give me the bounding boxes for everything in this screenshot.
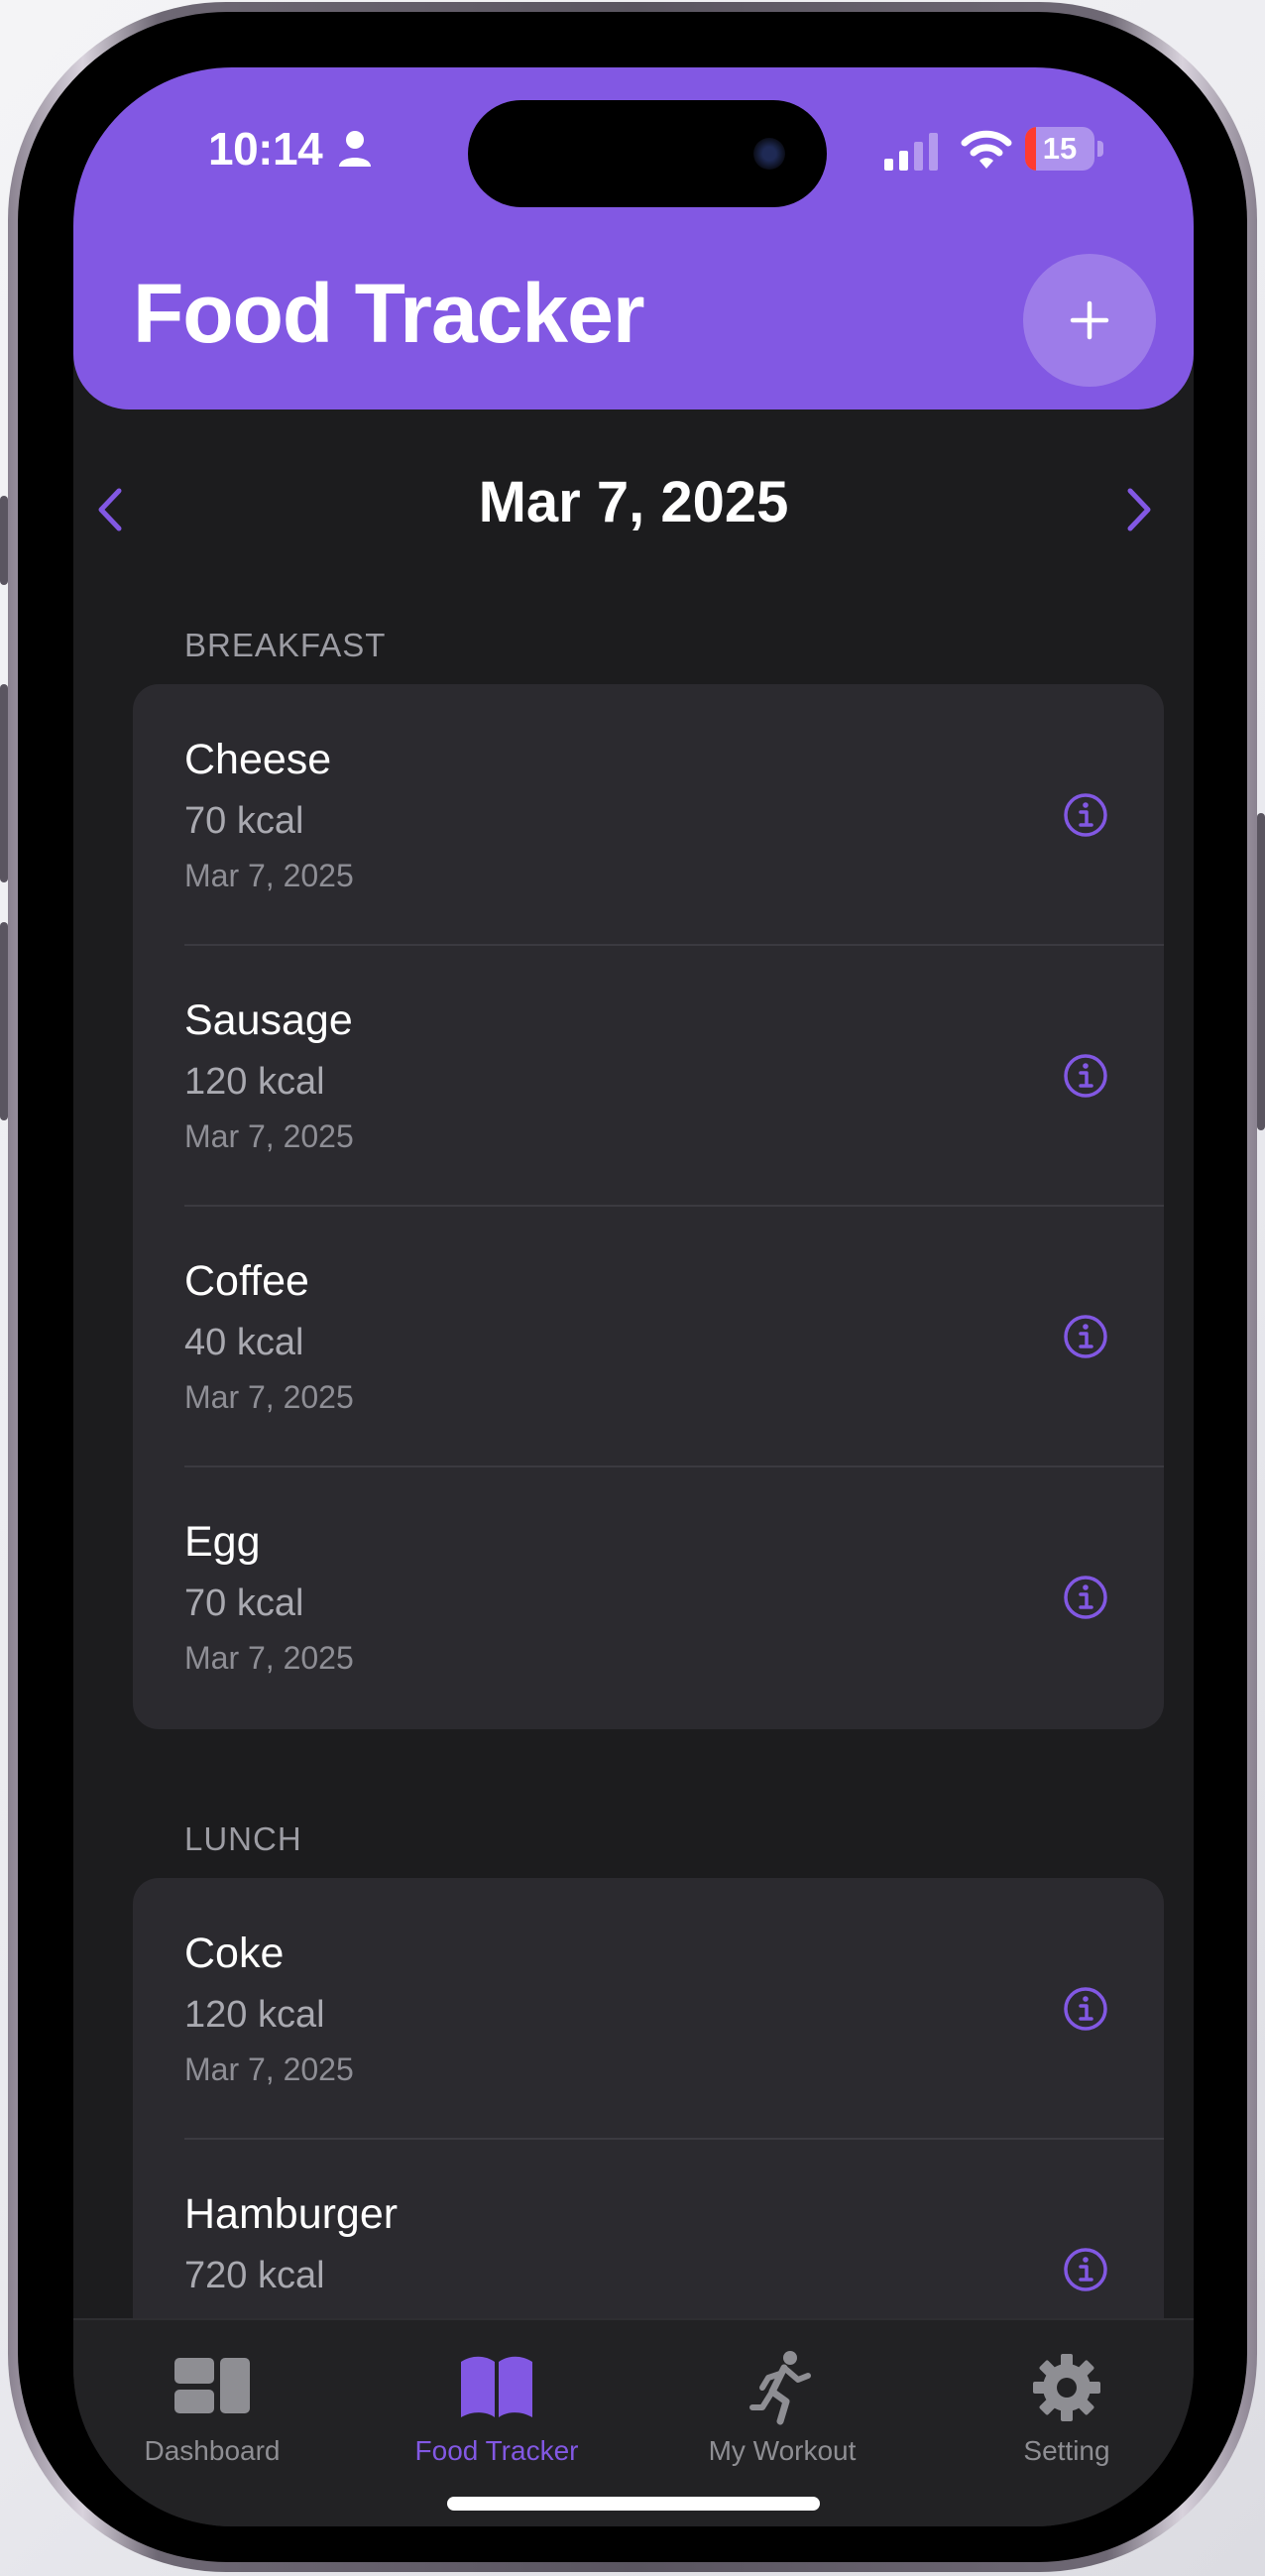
home-indicator[interactable] [447, 2497, 820, 2511]
battery-percent: 15 [1042, 131, 1078, 166]
chevron-right-icon[interactable] [1124, 487, 1154, 532]
app-screen: 10:14 15 Food Tracker Mar 7, 2025 BREAKF… [73, 67, 1194, 2526]
wifi-icon [961, 130, 1012, 169]
battery-body: 15 [1025, 127, 1094, 171]
book-icon [461, 2356, 532, 2417]
info-icon[interactable] [1062, 1313, 1109, 1360]
person-icon [339, 131, 371, 167]
power-button [1257, 813, 1265, 1130]
page-title: Food Tracker [133, 267, 645, 360]
food-calories: 70 kcal [184, 1582, 304, 1624]
tab-setting[interactable]: Setting [938, 2340, 1194, 2489]
food-date: Mar 7, 2025 [184, 2051, 354, 2087]
tab-dashboard[interactable]: Dashboard [83, 2340, 341, 2489]
food-item-egg[interactable]: Egg 70 kcal Mar 7, 2025 [133, 1466, 1164, 1727]
running-icon [749, 2351, 811, 2425]
phone-bezel: 10:14 15 Food Tracker Mar 7, 2025 BREAKF… [18, 12, 1247, 2562]
battery-nub [1097, 141, 1103, 157]
info-icon[interactable] [1062, 2246, 1109, 2293]
section-title-lunch: LUNCH [184, 1820, 302, 1857]
plus-icon [1070, 300, 1109, 340]
status-time: 10:14 [208, 123, 323, 175]
food-item-cheese[interactable]: Cheese 70 kcal Mar 7, 2025 [133, 684, 1164, 946]
tab-bar: Dashboard Food Tracker My Workout Settin… [73, 2318, 1194, 2526]
food-name: Cheese [184, 736, 332, 783]
tab-label: My Workout [708, 2435, 857, 2466]
food-date: Mar 7, 2025 [184, 858, 354, 893]
action-button [0, 496, 8, 585]
tab-label: Food Tracker [414, 2435, 579, 2466]
section-title-breakfast: BREAKFAST [184, 627, 387, 663]
info-icon[interactable] [1062, 1985, 1109, 2033]
food-name: Egg [184, 1518, 261, 1566]
food-name: Hamburger [184, 2190, 399, 2238]
tab-label: Setting [1023, 2435, 1110, 2466]
app-header: 10:14 15 Food Tracker [73, 67, 1194, 410]
selected-date: Mar 7, 2025 [478, 470, 789, 534]
cellular-signal-icon [884, 133, 938, 171]
dashboard-icon [174, 2358, 250, 2413]
dynamic-island [468, 100, 827, 207]
food-date: Mar 7, 2025 [184, 1118, 354, 1154]
volume-down-button [0, 922, 8, 1120]
add-food-button[interactable] [1023, 254, 1156, 387]
tab-label: Dashboard [144, 2435, 281, 2466]
info-icon[interactable] [1062, 791, 1109, 839]
food-item-coffee[interactable]: Coffee 40 kcal Mar 7, 2025 [133, 1206, 1164, 1467]
food-item-coke[interactable]: Coke 120 kcal Mar 7, 2025 [133, 1878, 1164, 2140]
tab-food-tracker[interactable]: Food Tracker [368, 2340, 626, 2489]
battery-icon: 15 [1025, 127, 1104, 173]
food-date: Mar 7, 2025 [184, 1379, 354, 1415]
volume-up-button [0, 684, 8, 882]
food-calories: 40 kcal [184, 1322, 304, 1363]
date-navigation: Mar 7, 2025 [73, 459, 1194, 558]
food-calories: 120 kcal [184, 1994, 325, 2036]
tab-my-workout[interactable]: My Workout [653, 2340, 911, 2489]
camera-icon [753, 138, 785, 170]
breakfast-card: Cheese 70 kcal Mar 7, 2025 Sausage 120 k… [133, 684, 1164, 1729]
food-name: Sausage [184, 996, 353, 1044]
phone-frame: 10:14 15 Food Tracker Mar 7, 2025 BREAKF… [8, 2, 1257, 2572]
food-calories: 120 kcal [184, 1061, 325, 1103]
info-icon[interactable] [1062, 1574, 1109, 1621]
food-calories: 70 kcal [184, 800, 304, 842]
info-icon[interactable] [1062, 1052, 1109, 1100]
gear-icon [1033, 2354, 1100, 2421]
food-calories: 720 kcal [184, 2255, 325, 2296]
food-item-sausage[interactable]: Sausage 120 kcal Mar 7, 2025 [133, 945, 1164, 1207]
food-name: Coffee [184, 1257, 309, 1305]
food-date: Mar 7, 2025 [184, 1640, 354, 1676]
food-name: Coke [184, 1930, 285, 1977]
